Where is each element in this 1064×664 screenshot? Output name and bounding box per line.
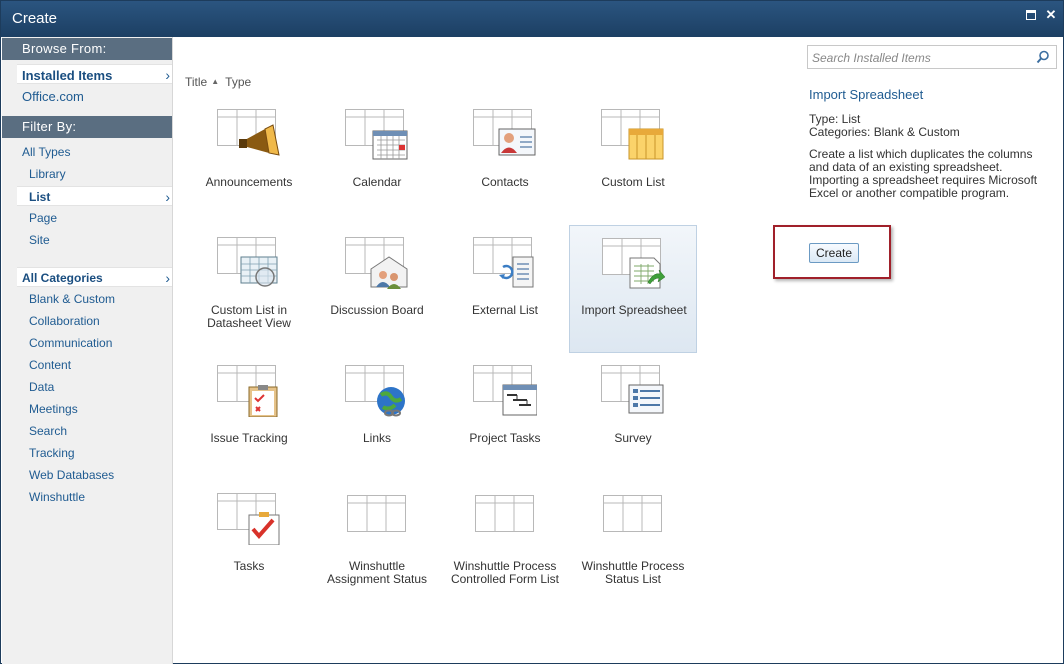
tile-announcements[interactable]: Announcements — [185, 97, 313, 225]
tile-winshuttle-process-controlled-form-list[interactable]: Winshuttle Process Controlled Form List — [441, 481, 569, 609]
links-icon — [345, 365, 405, 417]
import-spreadsheet-icon — [602, 238, 666, 289]
create-dialog: Create ✕ Browse From: Installed Items › … — [0, 0, 1064, 664]
close-icon[interactable]: ✕ — [1044, 8, 1058, 22]
tile-project-tasks[interactable]: Project Tasks — [441, 353, 569, 481]
tile-label: Project Tasks — [469, 431, 541, 445]
contacts-icon — [473, 109, 536, 156]
tile-external-list[interactable]: External List — [441, 225, 569, 353]
tile-label: Discussion Board — [330, 303, 424, 317]
tile-label: Custom List in Datasheet View — [207, 303, 291, 330]
category-data[interactable]: Data — [17, 377, 172, 397]
datasheet-icon — [217, 237, 278, 287]
calendar-icon — [345, 109, 408, 160]
maximize-icon[interactable] — [1024, 8, 1038, 22]
tile-import-spreadsheet[interactable]: Import Spreadsheet — [569, 225, 697, 353]
category-winshuttle[interactable]: Winshuttle — [17, 487, 172, 507]
category-meetings[interactable]: Meetings — [17, 399, 172, 419]
chevron-right-icon: › — [165, 67, 170, 83]
sort-by-type[interactable]: Type — [225, 75, 251, 89]
dialog-title: Create — [12, 10, 58, 27]
tile-label: Announcements — [205, 175, 293, 189]
tile-links[interactable]: Links — [313, 353, 441, 481]
sort-by-title[interactable]: Title — [185, 75, 207, 89]
category-content[interactable]: Content — [17, 355, 172, 375]
tile-label: Survey — [614, 431, 652, 445]
tile-winshuttle-process-status-list[interactable]: Winshuttle Process Status List — [569, 481, 697, 609]
tile-issue-tracking[interactable]: Issue Tracking — [185, 353, 313, 481]
category-collaboration[interactable]: Collaboration — [17, 311, 172, 331]
filter-all-categories[interactable]: All Categories › — [17, 267, 172, 287]
tile-label: Links — [362, 431, 391, 445]
tile-custom-list-datasheet[interactable]: Custom List in Datasheet View — [185, 225, 313, 353]
dialog-titlebar: Create ✕ — [1, 1, 1063, 37]
sort-bar: Title ▲ Type — [185, 75, 251, 89]
category-web-databases[interactable]: Web Databases — [17, 465, 172, 485]
list-icon — [347, 495, 406, 532]
category-communication[interactable]: Communication — [17, 333, 172, 353]
tile-label: Calendar — [352, 175, 402, 189]
browse-installed-items[interactable]: Installed Items › — [17, 64, 172, 84]
tile-contacts[interactable]: Contacts — [441, 97, 569, 225]
tile-label: Custom List — [601, 175, 665, 189]
filter-by-header: Filter By: — [2, 116, 172, 138]
detail-categories: Categories: Blank & Custom — [809, 125, 960, 139]
detail-type: Type: List — [809, 112, 861, 126]
project-tasks-icon — [473, 365, 537, 416]
issue-tracking-icon — [217, 365, 278, 417]
tile-discussion-board[interactable]: Discussion Board — [313, 225, 441, 353]
tile-label: Winshuttle Assignment Status — [326, 559, 428, 586]
search-box[interactable] — [807, 45, 1057, 69]
survey-icon — [601, 365, 664, 414]
sort-ascending-icon: ▲ — [211, 77, 220, 86]
tile-label: Import Spreadsheet — [581, 303, 687, 317]
browse-item-label: Installed Items — [22, 68, 113, 83]
detail-description: Create a list which duplicates the colum… — [809, 147, 1038, 200]
category-blank-custom[interactable]: Blank & Custom — [17, 289, 172, 309]
tile-label: Winshuttle Process Controlled Form List — [450, 559, 560, 586]
tile-label: External List — [471, 303, 539, 317]
chevron-right-icon: › — [165, 270, 170, 286]
create-button[interactable]: Create — [809, 243, 859, 263]
detail-title: Import Spreadsheet — [809, 87, 924, 102]
tile-label: Tasks — [233, 559, 265, 573]
browse-office-com[interactable]: Office.com — [17, 86, 172, 106]
tile-calendar[interactable]: Calendar — [313, 97, 441, 225]
category-search[interactable]: Search — [17, 421, 172, 441]
tile-survey[interactable]: Survey — [569, 353, 697, 481]
tasks-icon — [217, 493, 280, 545]
chevron-right-icon: › — [165, 189, 170, 205]
announcements-icon — [217, 109, 280, 156]
filter-type-page[interactable]: Page — [17, 208, 172, 228]
filter-all-types[interactable]: All Types — [17, 142, 172, 162]
filter-type-site[interactable]: Site — [17, 230, 172, 250]
filter-type-label: List — [29, 190, 51, 204]
list-icon — [603, 495, 662, 532]
tile-tasks[interactable]: Tasks — [185, 481, 313, 609]
custom-list-icon — [601, 109, 664, 160]
tile-winshuttle-assignment-status[interactable]: Winshuttle Assignment Status — [313, 481, 441, 609]
external-list-icon — [473, 237, 534, 288]
tile-label: Issue Tracking — [210, 431, 288, 445]
category-tracking[interactable]: Tracking — [17, 443, 172, 463]
filter-type-library[interactable]: Library — [17, 164, 172, 184]
tile-custom-list[interactable]: Custom List — [569, 97, 697, 225]
discussion-board-icon — [345, 237, 408, 289]
browse-from-header: Browse From: — [2, 38, 172, 60]
list-icon — [475, 495, 534, 532]
all-categories-label: All Categories — [22, 271, 103, 285]
search-icon[interactable] — [1036, 50, 1050, 64]
tile-label: Winshuttle Process Status List — [581, 559, 685, 586]
tile-label: Contacts — [481, 175, 529, 189]
search-input[interactable] — [812, 49, 1032, 66]
filter-type-list[interactable]: List › — [17, 186, 172, 206]
